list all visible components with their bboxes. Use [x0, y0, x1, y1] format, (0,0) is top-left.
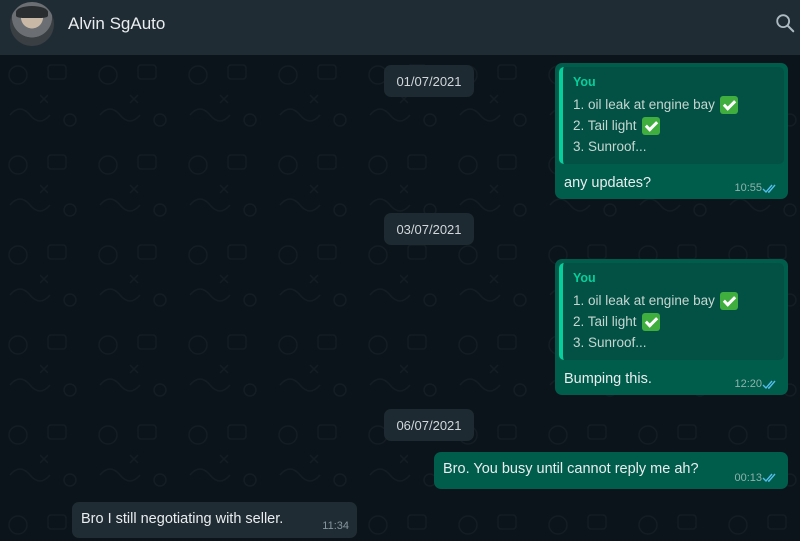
outgoing-message[interactable]: Bro. You busy until cannot reply me ah? …: [434, 452, 788, 489]
message-time: 10:55: [734, 182, 762, 194]
quoted-message[interactable]: You 1. oil leak at engine bay 2. Tail li…: [559, 67, 784, 164]
message-text: Bro I still negotiating with seller.: [81, 511, 284, 527]
incoming-message[interactable]: Bro I still negotiating with seller. 11:…: [72, 502, 357, 538]
contact-name[interactable]: Alvin SgAuto: [68, 14, 165, 34]
check-mark-icon: [641, 116, 660, 135]
chat-header: Alvin SgAuto: [0, 0, 800, 55]
message-text: Bumping this.: [564, 371, 652, 387]
quote-sender: You: [573, 271, 596, 285]
read-receipt-icon: [762, 184, 776, 194]
check-mark-icon: [641, 312, 660, 331]
date-divider: 03/07/2021: [384, 213, 474, 245]
quote-line: 2. Tail light: [573, 115, 774, 136]
read-receipt-icon: [762, 473, 776, 483]
quote-line: 2. Tail light: [573, 311, 774, 332]
message-time: 00:13: [734, 472, 762, 484]
message-time: 12:20: [734, 378, 762, 390]
message-text: Bro. You busy until cannot reply me ah?: [443, 461, 699, 477]
search-icon[interactable]: [774, 12, 796, 34]
outgoing-message[interactable]: You 1. oil leak at engine bay 2. Tail li…: [555, 259, 788, 395]
quoted-message[interactable]: You 1. oil leak at engine bay 2. Tail li…: [559, 263, 784, 360]
date-divider: 06/07/2021: [384, 409, 474, 441]
quote-line: 3. Sunroof...: [573, 139, 647, 154]
check-mark-icon: [719, 291, 738, 310]
message-time: 11:34: [322, 520, 349, 532]
message-text: any updates?: [564, 175, 652, 191]
outgoing-message[interactable]: You 1. oil leak at engine bay 2. Tail li…: [555, 63, 788, 199]
read-receipt-icon: [762, 380, 776, 390]
quote-line: 1. oil leak at engine bay: [573, 290, 774, 311]
date-divider: 01/07/2021: [384, 65, 474, 97]
check-mark-icon: [719, 95, 738, 114]
chat-area[interactable]: 01/07/2021 You 1. oil leak at engine bay…: [0, 55, 800, 541]
quote-line: 1. oil leak at engine bay: [573, 94, 774, 115]
quote-sender: You: [573, 75, 596, 89]
avatar[interactable]: [10, 2, 54, 46]
quote-line: 3. Sunroof...: [573, 335, 647, 350]
